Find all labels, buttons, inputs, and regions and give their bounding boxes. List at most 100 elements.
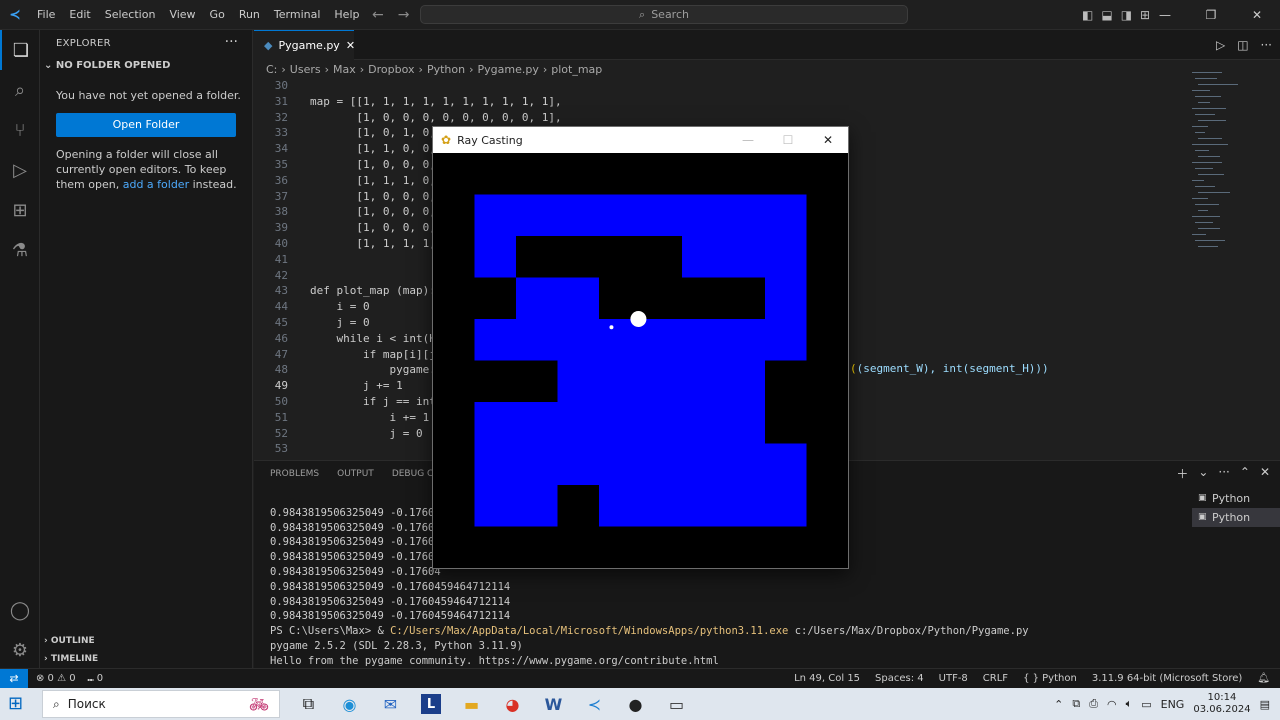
clock[interactable]: 10:14 03.06.2024 (1193, 692, 1250, 716)
more-actions-icon[interactable]: ··· (225, 34, 238, 50)
tab-problems[interactable]: PROBLEMS (270, 469, 319, 479)
pygame-maximize-button[interactable]: ☐ (768, 127, 808, 153)
chevron-down-icon[interactable]: ⌄ (1198, 465, 1208, 482)
tab-output[interactable]: OUTPUT (337, 469, 374, 479)
back-arrow-icon[interactable]: ← (372, 7, 384, 23)
map-wall-cell (433, 526, 475, 568)
word-icon[interactable]: W (533, 688, 574, 720)
close-panel-icon[interactable]: ✕ (1260, 465, 1270, 482)
indentation[interactable]: Spaces: 4 (875, 669, 924, 688)
map-wall-cell (765, 402, 807, 444)
more-actions-icon[interactable]: ··· (1261, 38, 1272, 52)
file-explorer-icon[interactable]: ▬ (451, 688, 492, 720)
breadcrumb-item[interactable]: Users (290, 63, 321, 76)
close-button[interactable]: ✕ (1234, 0, 1280, 30)
maximize-panel-icon[interactable]: ⌃ (1240, 465, 1250, 482)
cursor-position[interactable]: Ln 49, Col 15 (794, 669, 860, 688)
minimap[interactable] (1192, 72, 1268, 262)
terminal-item-python[interactable]: Python (1192, 489, 1280, 508)
code-line: j += 1 (310, 379, 403, 393)
breadcrumb-item[interactable]: plot_map (551, 63, 602, 76)
map-wall-cell (723, 153, 766, 195)
mail-icon[interactable]: ✉ (370, 688, 411, 720)
pygame-window[interactable]: ✿ Ray Casting — ☐ ✕ (432, 126, 849, 569)
toggle-secondary-sidebar-icon[interactable]: ◨ (1121, 8, 1132, 22)
testing-icon[interactable]: ⚗ (0, 230, 40, 270)
vscode-taskbar-icon[interactable]: ≺ (574, 688, 615, 720)
line-number: 50 (274, 395, 288, 408)
run-debug-icon[interactable]: ▷ (0, 150, 40, 190)
menu-terminal[interactable]: Terminal (267, 0, 328, 30)
menu-go[interactable]: Go (203, 0, 232, 30)
source-control-icon[interactable]: ⑂ (0, 110, 40, 150)
breadcrumb-item[interactable]: C: (266, 63, 277, 76)
code-line: j = 0 (310, 426, 423, 440)
wifi-icon[interactable]: ◠ (1107, 698, 1117, 711)
terminal-line: Hello from the pygame community. https:/… (270, 654, 719, 667)
map-wall-cell (806, 485, 848, 527)
minimap-line (1192, 90, 1210, 91)
app-icon[interactable]: ● (615, 688, 656, 720)
taskbar-search[interactable]: ⌕ Поиск 🚲︎ (42, 690, 280, 718)
volume-icon[interactable]: 🔈︎ (1126, 697, 1133, 711)
settings-gear-icon[interactable]: ⚙ (0, 630, 40, 670)
tray-app-icon[interactable]: ⧉ (1072, 697, 1080, 711)
tray-chevron-up-icon[interactable]: ⌃ (1054, 698, 1063, 711)
edge-browser-icon[interactable]: ◉ (329, 688, 370, 720)
language-mode[interactable]: { } Python (1023, 669, 1077, 688)
menu-selection[interactable]: Selection (98, 0, 163, 30)
toggle-panel-icon[interactable]: ⬓ (1101, 8, 1112, 22)
chrome-icon[interactable]: ◕ (492, 688, 533, 720)
breadcrumb-item[interactable]: Dropbox (368, 63, 414, 76)
close-tab-icon[interactable]: ✕ (346, 39, 355, 52)
breadcrumb-item[interactable]: Max (333, 63, 356, 76)
split-editor-icon[interactable]: ◫ (1237, 38, 1248, 52)
extensions-icon[interactable]: ⊞ (0, 190, 40, 230)
outline-section[interactable]: › OUTLINE (44, 636, 95, 646)
task-view-icon[interactable]: ⧉ (288, 688, 329, 720)
open-folder-button[interactable]: Open Folder (56, 113, 236, 137)
pygame-window-taskbar-icon[interactable]: ▭ (656, 688, 697, 720)
forward-arrow-icon[interactable]: → (398, 7, 410, 23)
toggle-sidebar-icon[interactable]: ◧ (1082, 8, 1093, 22)
language-indicator[interactable]: ENG (1161, 698, 1185, 711)
explorer-icon[interactable]: ❏ (0, 30, 40, 70)
line-number: 40 (274, 237, 288, 250)
encoding[interactable]: UTF-8 (939, 669, 968, 688)
line-number: 32 (274, 110, 288, 124)
restore-button[interactable]: ❐ (1188, 0, 1234, 30)
command-center-search[interactable]: ⌕ Search (420, 5, 908, 24)
new-terminal-icon[interactable]: ＋ (1176, 465, 1188, 482)
menu-run[interactable]: Run (232, 0, 267, 30)
menu-edit[interactable]: Edit (62, 0, 97, 30)
pygame-minimize-button[interactable]: — (728, 127, 768, 153)
menu-help[interactable]: Help (327, 0, 366, 30)
problems-count[interactable]: ⊗ 0 ⚠ 0 (36, 669, 76, 688)
search-view-icon[interactable]: ⌕ (0, 70, 40, 110)
notification-center-icon[interactable]: ▤ (1260, 698, 1270, 711)
account-icon[interactable]: ◯ (0, 590, 40, 630)
notifications-bell-icon[interactable]: 🔔︎ (1257, 669, 1270, 688)
menu-view[interactable]: View (162, 0, 202, 30)
run-python-file-icon[interactable]: ▷ (1216, 38, 1225, 52)
pygame-close-button[interactable]: ✕ (808, 127, 848, 153)
line-ending[interactable]: CRLF (983, 669, 1008, 688)
no-folder-section[interactable]: ⌄ NO FOLDER OPENED (44, 60, 170, 71)
add-folder-link[interactable]: add a folder (123, 178, 189, 191)
battery-icon[interactable]: ▭ (1141, 698, 1151, 711)
breadcrumb-item[interactable]: Python (427, 63, 465, 76)
lingvo-app-icon[interactable]: L (421, 694, 441, 714)
breadcrumb-item[interactable]: Pygame.py (477, 63, 538, 76)
minimize-button[interactable]: — (1142, 0, 1188, 30)
remote-indicator-icon[interactable]: ⇄ (0, 669, 28, 689)
terminal-item-python[interactable]: Python (1192, 508, 1280, 527)
ports-count[interactable]: ⑉ 0 (88, 669, 104, 688)
map-wall-cell (599, 236, 641, 278)
menu-file[interactable]: File (30, 0, 62, 30)
tray-icon[interactable]: ⎙ (1089, 697, 1098, 711)
windows-start-icon[interactable]: ⊞ (8, 694, 28, 714)
tab-pygame-py[interactable]: ◆ Pygame.py ✕ (254, 30, 355, 60)
more-actions-icon[interactable]: ··· (1218, 465, 1229, 482)
timeline-section[interactable]: › TIMELINE (44, 654, 98, 664)
python-interpreter[interactable]: 3.11.9 64-bit (Microsoft Store) (1092, 669, 1242, 688)
